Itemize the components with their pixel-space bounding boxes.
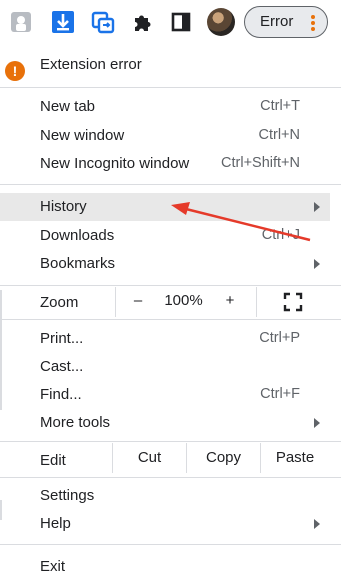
- annotation-arrow: [171, 202, 311, 242]
